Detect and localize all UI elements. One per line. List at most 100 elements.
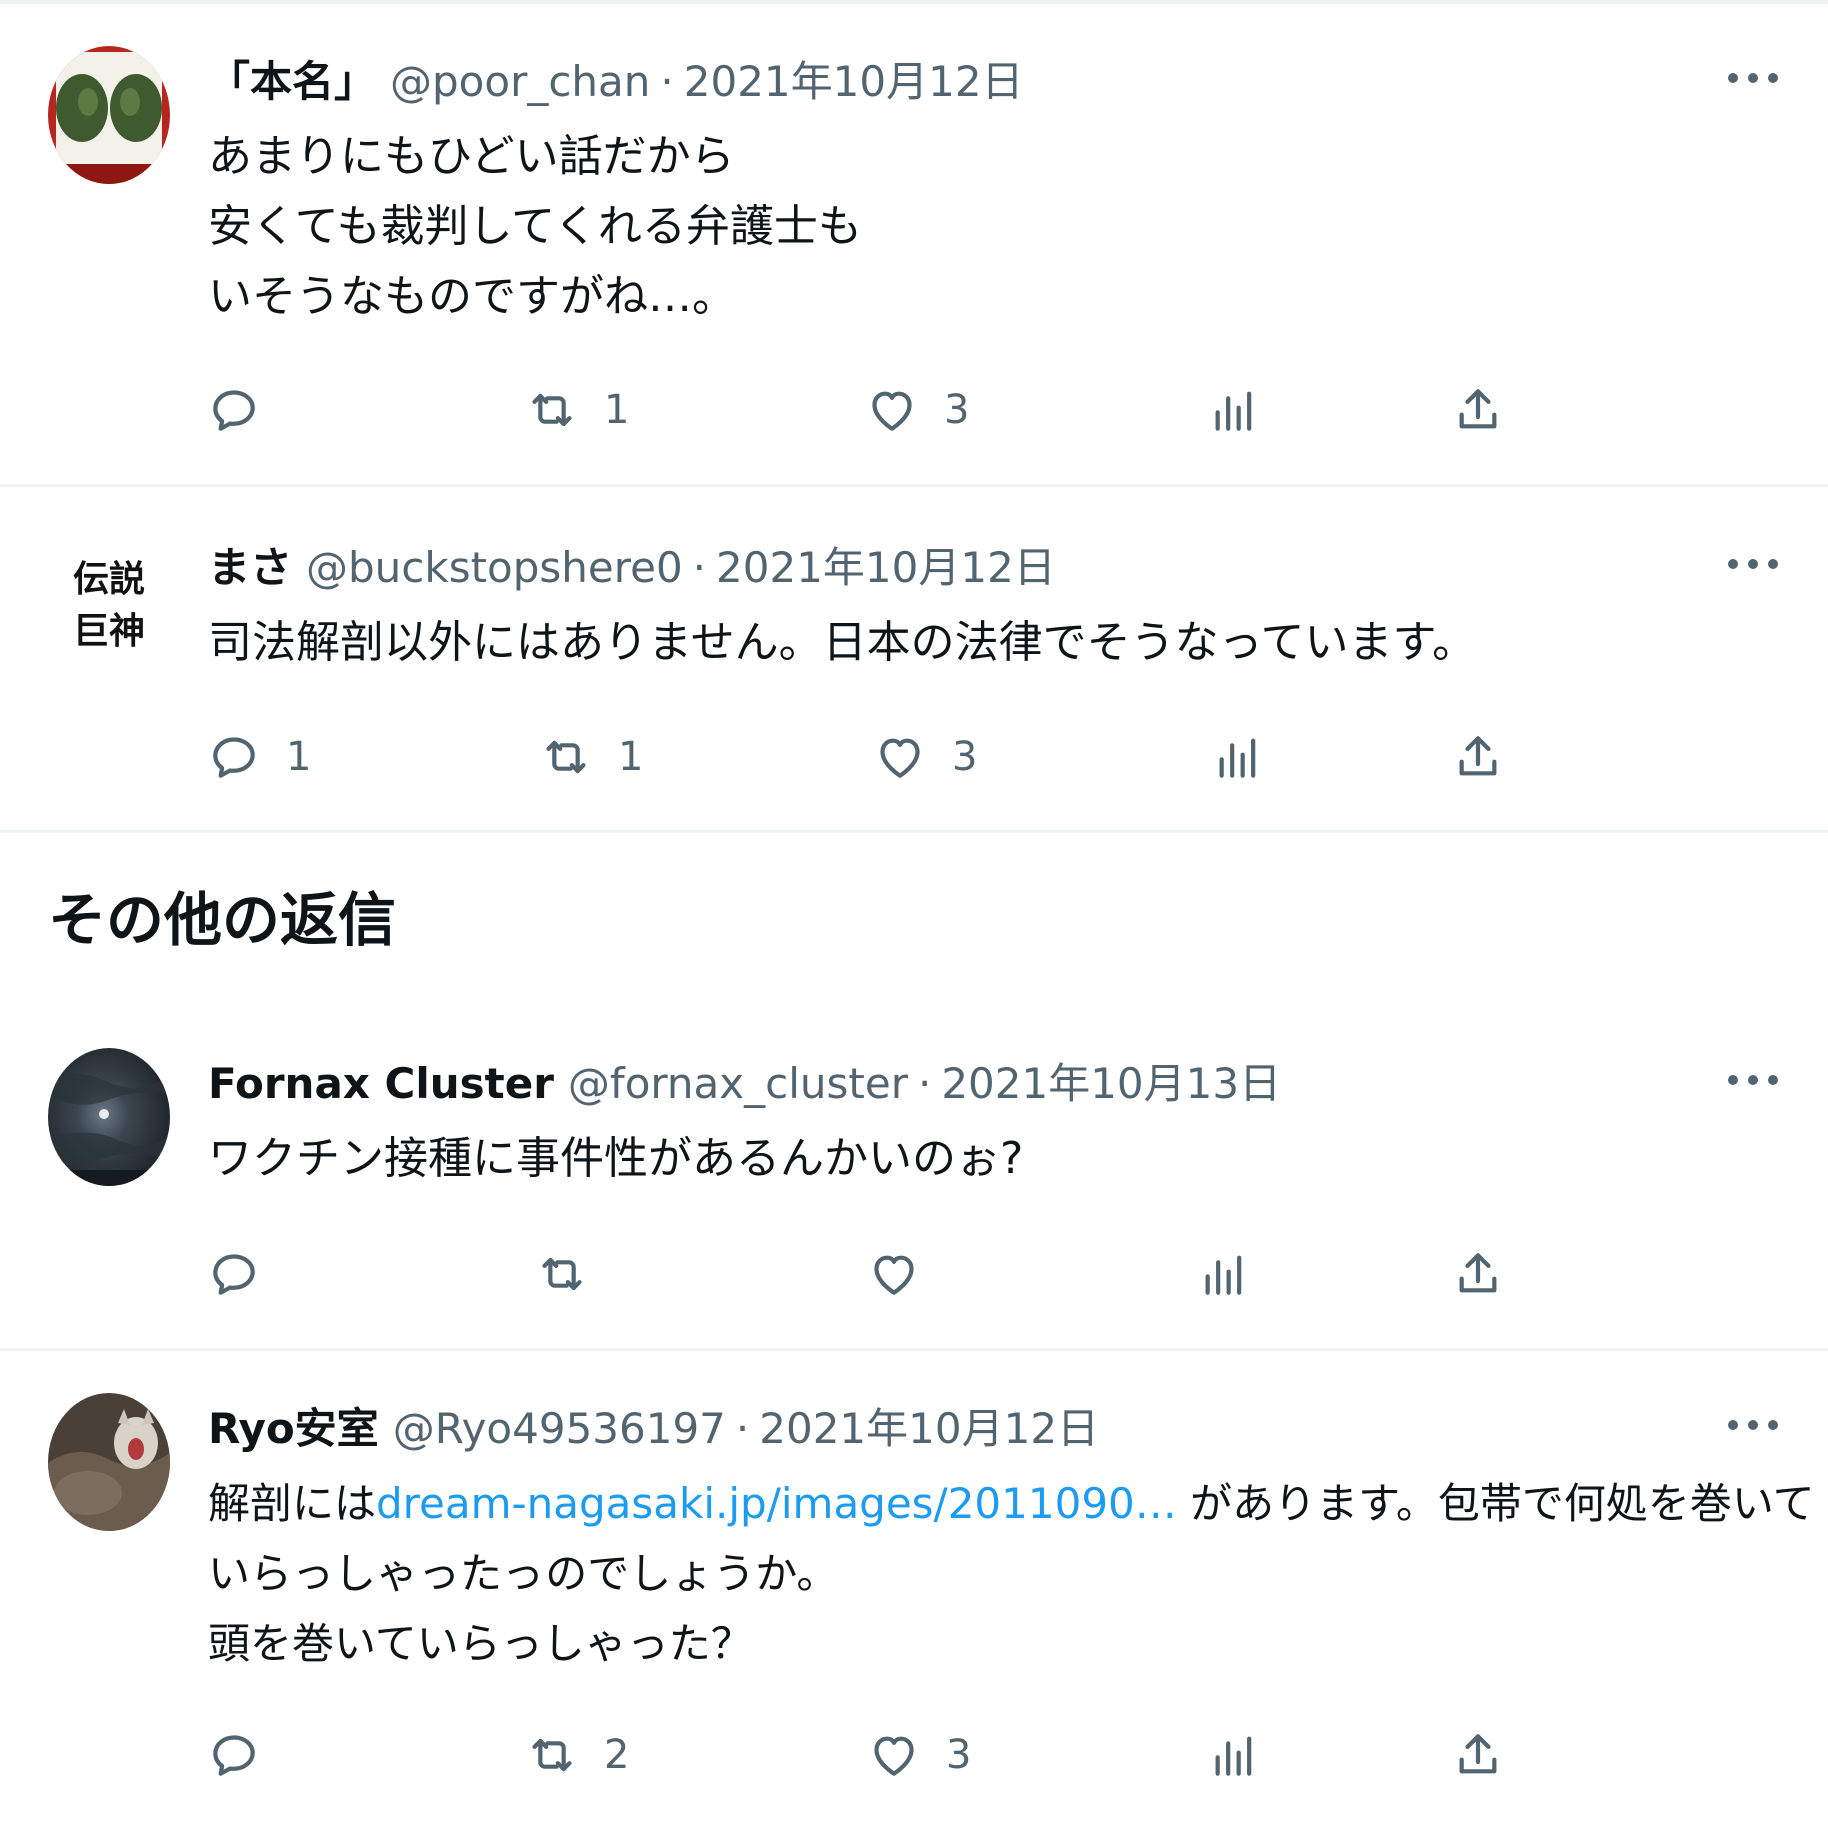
avatar-text: 巨神	[73, 611, 145, 652]
tweet-text-line: いそうなものですがね…。	[208, 271, 736, 322]
reply-button[interactable]	[206, 378, 286, 442]
tweet-actions: 1 3	[0, 378, 1828, 442]
share-icon	[1459, 1253, 1497, 1293]
user-handle[interactable]: @fornax_cluster	[568, 1056, 908, 1112]
tweet-text-line: 安くても裁判してくれる弁護士も	[208, 201, 862, 252]
avatar[interactable]: 伝説 巨神	[48, 527, 170, 665]
avatar[interactable]	[48, 1048, 170, 1186]
more-icon[interactable]	[1728, 552, 1778, 576]
reply-icon	[213, 1254, 255, 1295]
reply-icon	[213, 390, 255, 431]
retweet-button[interactable]: 1	[538, 725, 643, 789]
tweet-date[interactable]: 2021年10月12日	[716, 540, 1056, 596]
retweet-button[interactable]	[534, 1242, 614, 1306]
share-button[interactable]	[1450, 1723, 1506, 1787]
retweet-count: 2	[604, 1732, 630, 1778]
views-icon	[1205, 1255, 1242, 1295]
tweet-text: 司法解剖以外にはありません。日本の法律でそうなっています。	[208, 608, 1788, 678]
separator-dot: ·	[735, 1404, 750, 1453]
like-button[interactable]: 3	[866, 1723, 971, 1787]
tweet-ryo-amuro[interactable]: Ryo安室 @Ryo49536197 · 2021年10月12日 解剖にはdre…	[0, 1351, 1828, 1828]
tweet-header: Ryo安室 @Ryo49536197 · 2021年10月12日	[208, 1401, 1099, 1457]
like-icon	[872, 391, 912, 431]
like-button[interactable]: 3	[872, 725, 977, 789]
like-icon	[874, 1255, 914, 1295]
views-icon	[1215, 391, 1252, 431]
tweet-poor-chan[interactable]: 「本名」 @poor_chan · 2021年10月12日 あまりにもひどい話だ…	[0, 0, 1828, 487]
tweet-text-line: 頭を巻いていらっしゃった？	[208, 1619, 753, 1668]
views-button[interactable]	[1206, 378, 1262, 442]
user-handle[interactable]: @buckstopshere0	[306, 540, 683, 596]
tweet-date[interactable]: 2021年10月12日	[684, 54, 1024, 110]
reply-icon	[213, 1735, 255, 1776]
tweet-text: あまりにもひどい話だから 安くても裁判してくれる弁護士も いそうなものですがね……	[208, 122, 1788, 332]
share-button[interactable]	[1450, 725, 1506, 789]
retweet-count: 1	[618, 734, 644, 780]
reply-button[interactable]	[206, 1723, 286, 1787]
tweet-text-segment: 解剖には	[208, 1479, 377, 1528]
retweet-button[interactable]: 1	[524, 378, 629, 442]
display-name[interactable]: まさ	[208, 540, 292, 596]
views-button[interactable]	[1196, 1242, 1252, 1306]
tweet-text: 解剖にはdream-nagasaki.jp/images/2011090… があ…	[208, 1469, 1815, 1679]
avatar[interactable]	[48, 46, 170, 184]
user-handle[interactable]: @poor_chan	[390, 54, 650, 110]
tweet-text: ワクチン接種に事件性があるんかいのぉ?	[208, 1124, 1788, 1194]
views-button[interactable]	[1210, 725, 1266, 789]
tweet-date[interactable]: 2021年10月13日	[941, 1056, 1281, 1112]
display-name[interactable]: 「本名」	[208, 54, 376, 110]
text-avatar-image: 伝説 巨神	[48, 527, 170, 665]
share-button[interactable]	[1450, 1242, 1506, 1306]
like-button[interactable]: 3	[864, 378, 969, 442]
retweet-button[interactable]: 2	[524, 1723, 629, 1787]
separator-dot: ·	[917, 1059, 932, 1108]
like-count: 3	[952, 734, 978, 780]
like-icon	[874, 1736, 914, 1776]
tweet-header: 「本名」 @poor_chan · 2021年10月12日	[208, 54, 1024, 110]
separator-dot: ·	[660, 57, 674, 106]
tweet-link[interactable]: dream-nagasaki.jp/images/2011090…	[376, 1479, 1177, 1528]
tweet-text-line: 司法解剖以外にはありません。日本の法律でそうなっています。	[208, 617, 1477, 668]
more-icon[interactable]	[1728, 1413, 1778, 1437]
section-heading: その他の返信	[48, 886, 397, 954]
rice-box-avatar-image	[48, 46, 170, 184]
tweet-text-line: ワクチン接種に事件性があるんかいのぉ?	[208, 1133, 1024, 1184]
reply-count: 1	[286, 734, 312, 780]
retweet-icon	[532, 393, 572, 427]
user-handle[interactable]: @Ryo49536197	[393, 1401, 726, 1457]
tweet-fornax-cluster[interactable]: Fornax Cluster @fornax_cluster · 2021年10…	[0, 1020, 1828, 1351]
retweet-icon	[542, 1257, 582, 1291]
tweet-date[interactable]: 2021年10月12日	[759, 1401, 1099, 1457]
tweet-header: まさ @buckstopshere0 · 2021年10月12日	[208, 540, 1056, 596]
tweet-text-line: あまりにもひどい話だから	[208, 131, 735, 182]
like-count: 3	[946, 1732, 972, 1778]
reply-icon	[213, 737, 255, 778]
reply-thread: 「本名」 @poor_chan · 2021年10月12日 あまりにもひどい話だ…	[0, 0, 1828, 1828]
views-button[interactable]	[1206, 1723, 1262, 1787]
tweet-actions: 1 1 3	[0, 725, 1828, 789]
separator-dot: ·	[692, 543, 707, 592]
avatar[interactable]	[48, 1393, 170, 1531]
tweet-text-line: いらっしゃったっのでしょうか。	[208, 1549, 839, 1598]
like-icon	[880, 738, 920, 778]
retweet-icon	[546, 740, 586, 774]
tweet-text-segment: があります。包帯で何処を巻いて	[1176, 1479, 1815, 1528]
share-button[interactable]	[1450, 378, 1506, 442]
like-button[interactable]	[866, 1242, 946, 1306]
like-count: 3	[944, 387, 970, 433]
reply-button[interactable]: 1	[206, 725, 311, 789]
tweet-buckstopshere0[interactable]: 伝説 巨神 まさ @buckstopshere0 · 2021年10月12日 司…	[0, 487, 1828, 833]
share-icon	[1459, 1734, 1497, 1774]
more-icon[interactable]	[1728, 1068, 1778, 1092]
cat-avatar-image	[48, 1393, 170, 1531]
display-name[interactable]: Fornax Cluster	[208, 1056, 554, 1112]
retweet-icon	[532, 1738, 572, 1772]
retweet-count: 1	[604, 387, 630, 433]
views-icon	[1215, 1736, 1252, 1776]
share-icon	[1459, 389, 1497, 429]
reply-button[interactable]	[206, 1242, 286, 1306]
display-name[interactable]: Ryo安室	[208, 1401, 379, 1457]
tweet-actions: 2 3	[0, 1723, 1828, 1787]
night-sky-avatar-image	[48, 1048, 170, 1186]
more-icon[interactable]	[1728, 66, 1778, 90]
